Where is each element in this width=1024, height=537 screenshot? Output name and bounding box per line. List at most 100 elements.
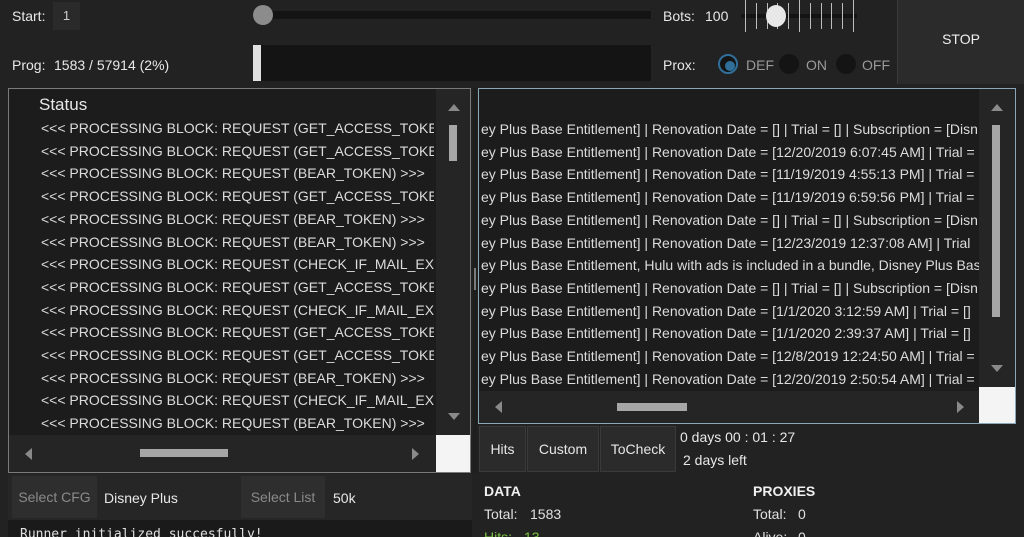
prox-off-radio[interactable]	[836, 54, 856, 74]
cfg-value: Disney Plus	[104, 490, 178, 506]
bots-slider-thumb[interactable]	[766, 5, 786, 27]
hits-list: ey Plus Base Entitlement] | Renovation D…	[479, 118, 979, 390]
slider-tick	[745, 0, 746, 32]
status-row: <<< PROCESSING BLOCK: REQUEST (GET_ACCES…	[41, 324, 434, 341]
prox-on-label: ON	[806, 57, 827, 73]
stop-button[interactable]: STOP	[897, 0, 1024, 84]
status-hscroll-thumb[interactable]	[140, 449, 228, 457]
start-slider-track[interactable]	[253, 11, 651, 19]
start-input[interactable]: 1	[53, 2, 80, 30]
hit-row[interactable]: ey Plus Base Entitlement] | Renovation D…	[481, 322, 971, 344]
status-row: <<< PROCESSING BLOCK: REQUEST (CHECK_IF_…	[41, 301, 434, 318]
hit-row[interactable]: ey Plus Base Entitlement] | Renovation D…	[481, 141, 975, 163]
data-hits-value: 13	[524, 529, 540, 537]
prox-on-radio[interactable]	[779, 54, 799, 74]
select-cfg-button[interactable]: Select CFG	[12, 476, 97, 518]
slider-tick	[842, 3, 844, 29]
progress-fill	[253, 45, 261, 81]
status-row: <<< PROCESSING BLOCK: REQUEST (GET_ACCES…	[41, 278, 434, 295]
prog-label: Prog:	[12, 57, 46, 73]
bots-value: 100	[705, 8, 729, 24]
scroll-corner	[979, 387, 1015, 423]
elapsed-time: 0 days 00 : 01 : 27	[680, 429, 796, 445]
proxies-alive-label: Alive:	[753, 529, 788, 537]
hit-row[interactable]: ey Plus Base Entitlement] | Renovation D…	[481, 118, 978, 140]
hits-vscroll-thumb[interactable]	[992, 125, 1000, 317]
time-remaining: 2 days left	[683, 452, 747, 468]
scroll-left-icon[interactable]	[25, 448, 32, 460]
status-vscroll-thumb[interactable]	[449, 125, 457, 161]
status-vscrollbar[interactable]	[436, 89, 470, 435]
start-slider-thumb[interactable]	[253, 5, 273, 25]
prox-def-radio[interactable]	[718, 54, 738, 74]
log-output: Runner initialized succesfully!	[8, 520, 472, 537]
scroll-down-icon[interactable]	[448, 413, 460, 420]
data-total-value: 1583	[530, 506, 562, 522]
proxies-header: PROXIES	[753, 483, 816, 499]
proxies-alive-value: 0	[798, 529, 806, 537]
status-panel: Status <<< PROCESSING BLOCK: REQUEST (GE…	[8, 88, 471, 473]
data-total-label: Total:	[484, 506, 518, 522]
hits-panel: ey Plus Base Entitlement] | Renovation D…	[478, 88, 1016, 424]
slider-tick	[820, 3, 822, 29]
scroll-up-icon[interactable]	[448, 104, 460, 111]
scroll-down-icon[interactable]	[991, 365, 1003, 372]
status-row: <<< PROCESSING BLOCK: REQUEST (BEAR_TOKE…	[41, 210, 425, 227]
status-list: <<< PROCESSING BLOCK: REQUEST (GET_ACCES…	[9, 117, 434, 435]
hit-row[interactable]: ey Plus Base Entitlement] | Renovation D…	[481, 277, 978, 299]
bots-label: Bots:	[663, 8, 695, 24]
status-row: <<< PROCESSING BLOCK: REQUEST (BEAR_TOKE…	[41, 165, 425, 182]
status-row: <<< PROCESSING BLOCK: REQUEST (CHECK_IF_…	[41, 256, 434, 273]
hit-row[interactable]: ey Plus Base Entitlement] | Renovation D…	[481, 163, 974, 185]
scroll-corner	[436, 435, 470, 472]
status-header: Status	[39, 95, 88, 114]
hit-row[interactable]: ey Plus Base Entitlement] | Renovation D…	[481, 186, 974, 208]
status-row: <<< PROCESSING BLOCK: REQUEST (BEAR_TOKE…	[41, 369, 425, 386]
prog-value: 1583 / 57914 (2%)	[54, 57, 170, 73]
status-row: <<< PROCESSING BLOCK: REQUEST (GET_ACCES…	[41, 120, 434, 136]
status-hscrollbar[interactable]	[9, 435, 436, 472]
data-header: DATA	[484, 483, 521, 499]
prox-def-label: DEF	[746, 57, 774, 73]
hit-row[interactable]: ey Plus Base Entitlement, Hulu with ads …	[481, 254, 979, 276]
slider-tick	[853, 0, 854, 32]
status-row: <<< PROCESSING BLOCK: REQUEST (BEAR_TOKE…	[41, 415, 425, 432]
slider-tick	[831, 3, 833, 29]
scroll-left-icon[interactable]	[495, 401, 502, 413]
data-hits-label: Hits:	[484, 529, 512, 537]
panel-splitter[interactable]	[473, 88, 477, 473]
tab-custom[interactable]: Custom	[527, 426, 599, 472]
prox-off-label: OFF	[862, 57, 890, 73]
hits-hscrollbar[interactable]	[479, 391, 979, 423]
scroll-up-icon[interactable]	[991, 104, 1003, 111]
tab-hits[interactable]: Hits	[479, 426, 526, 472]
status-row: <<< PROCESSING BLOCK: REQUEST (BEAR_TOKE…	[41, 233, 425, 250]
status-row: <<< PROCESSING BLOCK: REQUEST (CHECK_IF_…	[41, 392, 434, 409]
slider-tick	[755, 3, 757, 29]
hit-row[interactable]: ey Plus Base Entitlement] | Renovation D…	[481, 345, 975, 367]
tab-tocheck[interactable]: ToCheck	[600, 426, 676, 472]
select-list-button[interactable]: Select List	[241, 476, 325, 518]
hit-row[interactable]: ey Plus Base Entitlement] | Renovation D…	[481, 209, 978, 231]
log-line: Runner initialized succesfully!	[20, 527, 263, 537]
prox-label: Prox:	[663, 57, 696, 73]
bots-slider[interactable]	[741, 0, 857, 34]
hit-row[interactable]: ey Plus Base Entitlement] | Renovation D…	[481, 232, 970, 254]
progress-bar	[253, 45, 651, 81]
slider-tick	[799, 0, 800, 32]
hits-vscrollbar[interactable]	[979, 89, 1015, 391]
bots-slider-ticks	[741, 0, 857, 34]
slider-tick	[788, 3, 790, 29]
status-row: <<< PROCESSING BLOCK: REQUEST (GET_ACCES…	[41, 142, 434, 159]
hit-row[interactable]: ey Plus Base Entitlement] | Renovation D…	[481, 368, 975, 390]
splitter-grip	[474, 268, 476, 290]
scroll-right-icon[interactable]	[412, 448, 419, 460]
scroll-right-icon[interactable]	[957, 401, 964, 413]
start-label: Start:	[12, 8, 46, 24]
hit-row[interactable]: ey Plus Base Entitlement] | Renovation D…	[481, 300, 971, 322]
status-row: <<< PROCESSING BLOCK: REQUEST (GET_ACCES…	[41, 347, 434, 363]
proxies-total-value: 0	[798, 506, 806, 522]
list-value: 50k	[333, 490, 356, 506]
hits-hscroll-thumb[interactable]	[617, 403, 687, 411]
proxies-total-label: Total:	[753, 506, 787, 522]
